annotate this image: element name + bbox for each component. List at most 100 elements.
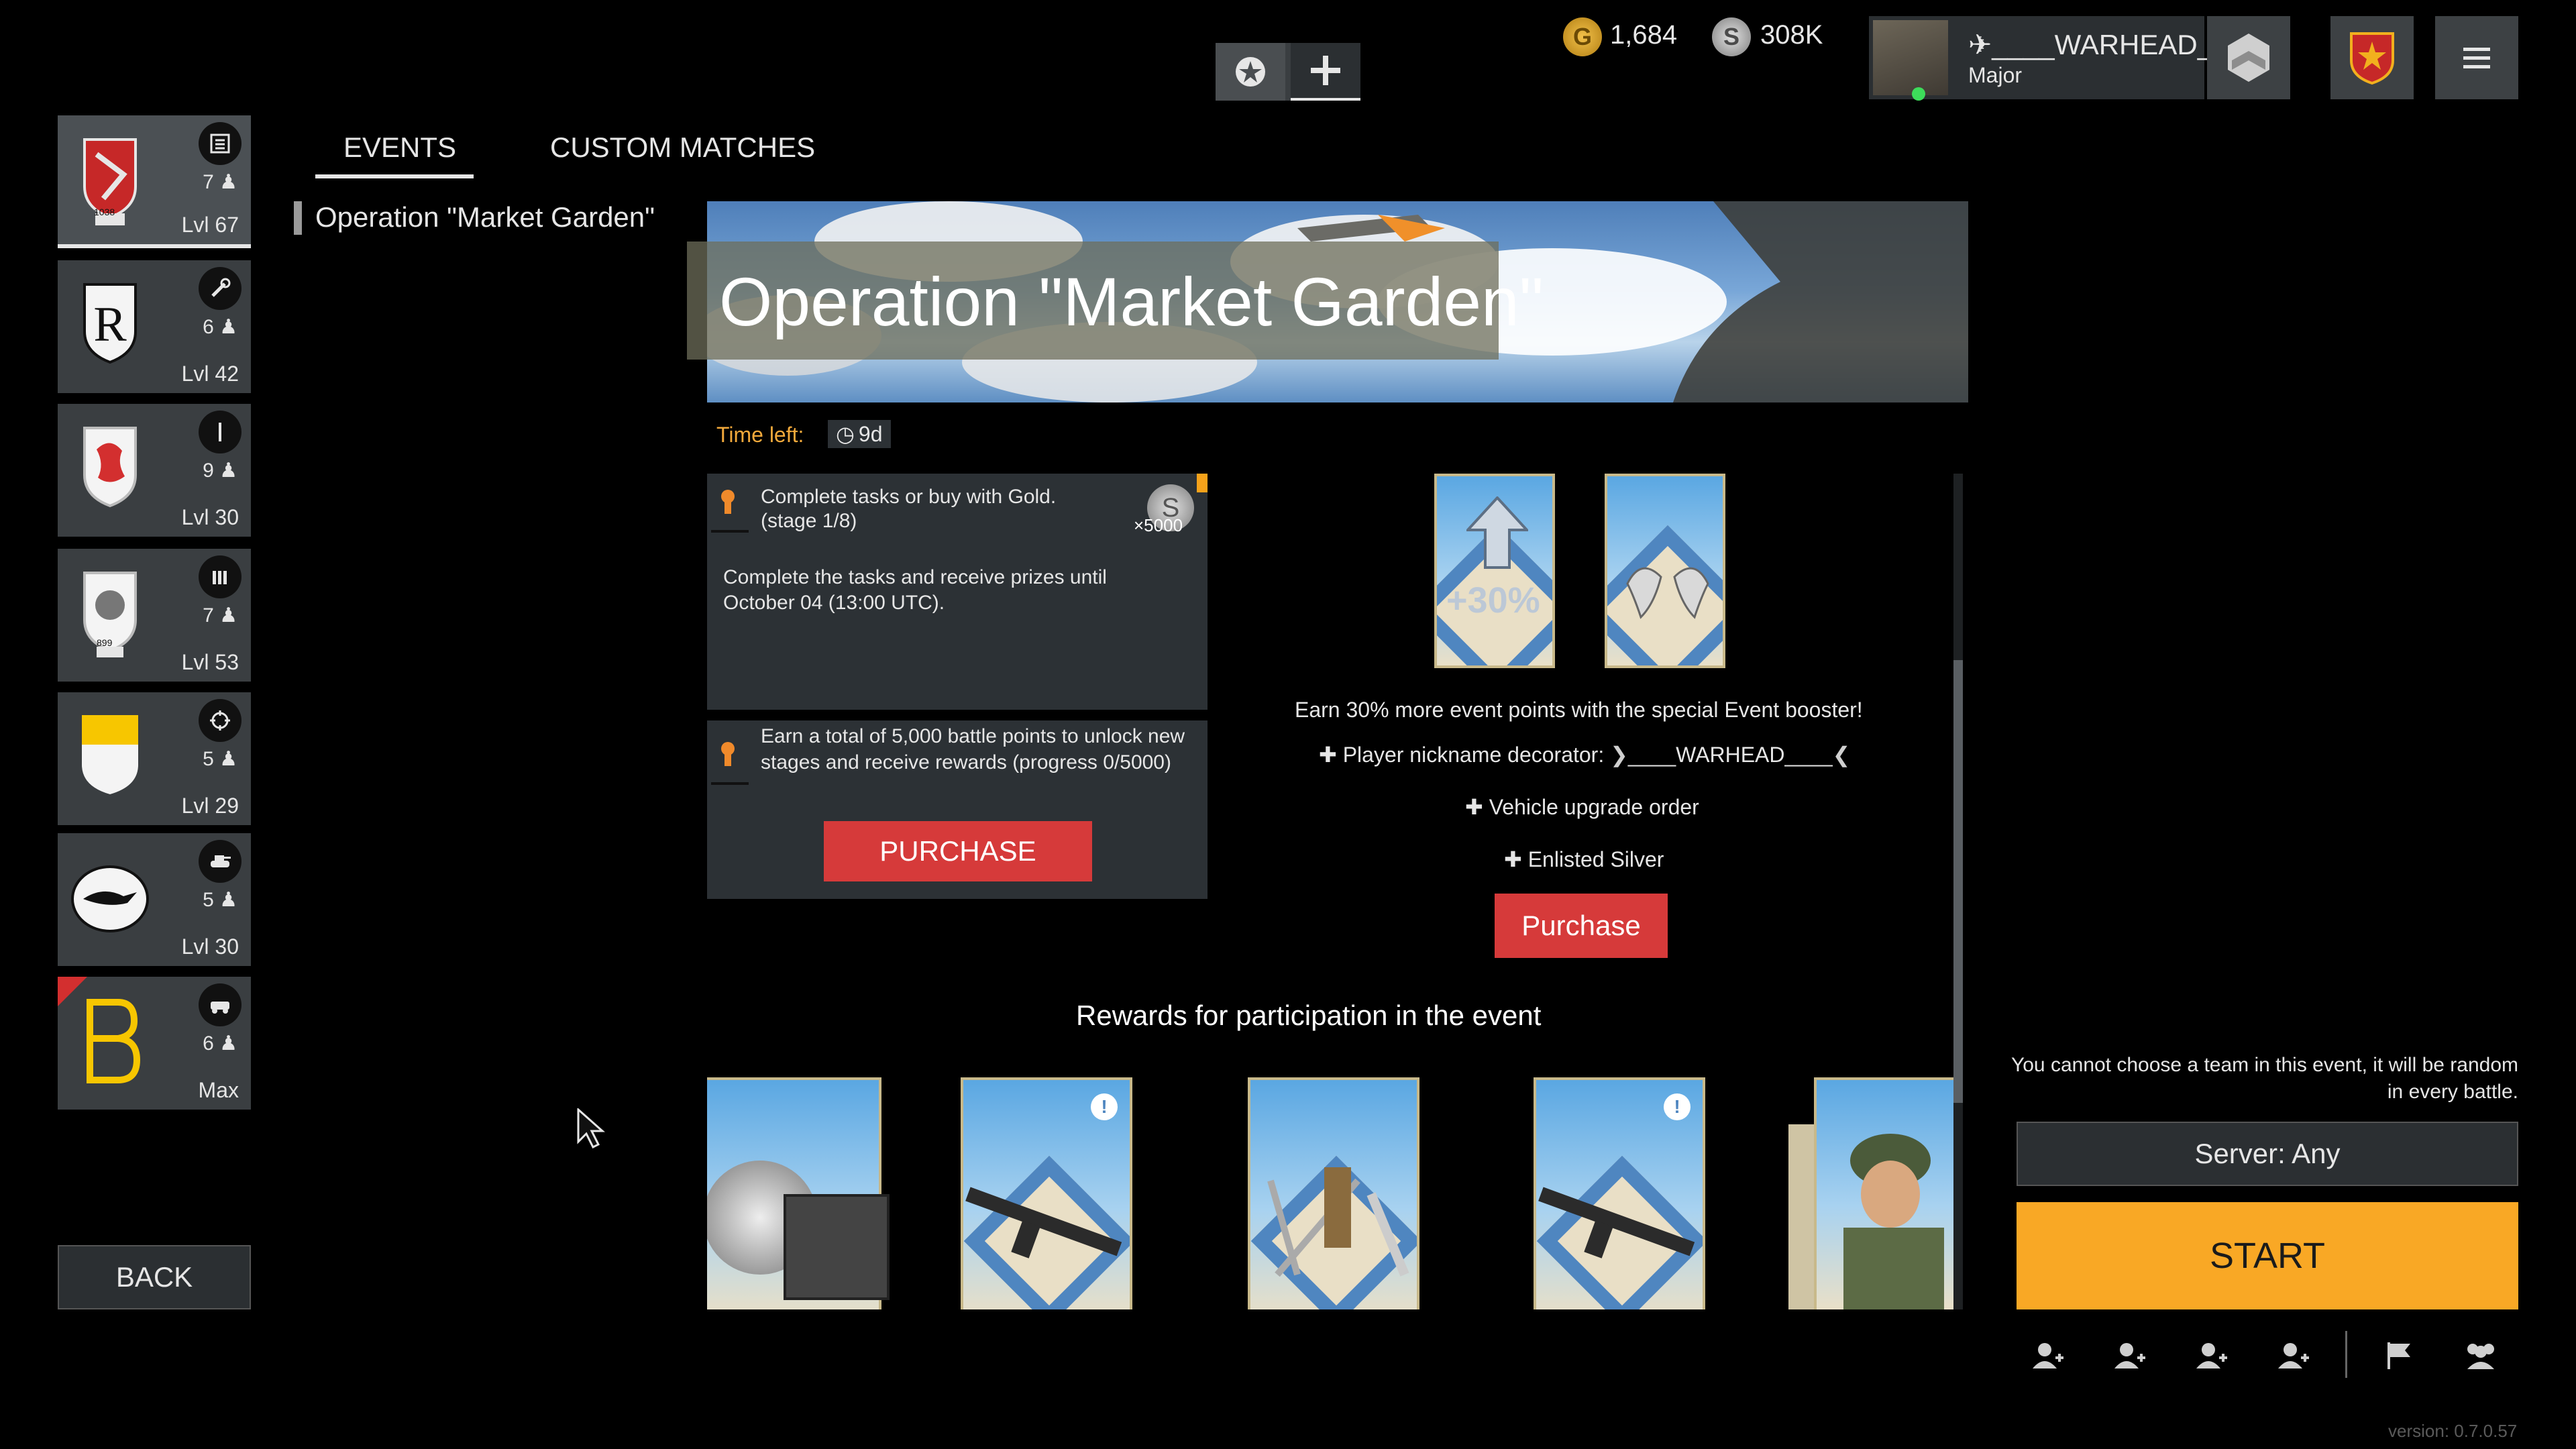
add-friend-icon [2278,1343,2309,1368]
server-select[interactable]: Server: Any [2017,1122,2518,1186]
squad-role-wrench-icon [199,267,241,310]
soldier-portrait-icon [1843,1134,1944,1309]
gold-coin-icon: G [1563,17,1602,56]
squad-card-7[interactable]: 6 ♟ Max [58,977,251,1110]
progress-flag-icon [1197,474,1208,492]
plus-icon: ✚ [1465,795,1489,819]
clock-icon: ◷ [836,422,855,446]
avatar [1873,20,1948,95]
rewards-heading: Rewards for participation in the event [1076,1000,1542,1031]
squad-card-4[interactable]: 899 7 ♟ Lvl 53 [58,549,251,682]
start-button[interactable]: START [2017,1202,2518,1309]
main-menu-button[interactable] [2435,16,2518,99]
group-icon [2467,1344,2494,1369]
tab-events[interactable]: EVENTS [343,131,456,164]
eagle-wings-icon [1626,567,1709,619]
team-selection-note: You cannot choose a team in this event, … [2010,1054,2518,1103]
reward-silver-card[interactable] [707,1077,890,1309]
divider [2345,1331,2347,1378]
rank-insignia-button[interactable] [2207,16,2290,99]
squad-emblem-b-letter-icon [87,999,141,1083]
purchase-booster-button[interactable]: Purchase [1495,894,1668,958]
axis-faction-button[interactable] [1291,43,1360,101]
squad-role-rifle-icon [199,411,241,453]
booster-card[interactable]: +30% [1434,474,1555,668]
squad-card-2[interactable]: R 6 ♟ Lvl 42 [58,260,251,393]
scissors-razor-icon [1267,1167,1409,1277]
silver-amount: 308K [1760,20,1823,50]
squad-member-count: 6 ♟ [203,1032,237,1055]
booster-percent: +30% [1446,580,1540,621]
task-panel-battle-points: Earn a total of 5,000 battle points to u… [707,720,1208,899]
squad-badge-number: 899 [97,637,113,648]
tab-custom-matches[interactable]: CUSTOM MATCHES [550,131,815,164]
squad-level: Lvl 67 [181,213,239,237]
medal-icon [720,741,735,767]
squad-member-count: 9 ♟ [203,460,237,482]
plus-icon: ✚ [1319,743,1343,767]
axis-cross-icon [1311,56,1340,85]
nickname-decorator-card[interactable] [1605,474,1725,668]
star-shield-icon [2350,32,2394,85]
squad-level: Lvl 30 [181,934,239,959]
friends-list-button[interactable] [2462,1336,2500,1374]
event-selected-marker [294,201,302,235]
squad-emblem-r-shield-icon: R [83,283,137,364]
squad-member-count: 5 ♟ [203,889,237,911]
squad-card-5[interactable]: 5 ♟ Lvl 29 [58,692,251,825]
squad-level: Lvl 53 [181,650,239,674]
clan-button[interactable] [2380,1336,2418,1374]
flag-icon [2387,1342,2410,1369]
rewards-strip: ! ! [707,1077,1953,1309]
tab-active-underline [315,174,474,178]
invite-friend-slot-1[interactable] [2029,1336,2066,1374]
wing-right-icon: ❮ [1832,743,1851,767]
allies-star-icon [1236,57,1265,87]
reward-weapon-card-1[interactable]: ! [961,1077,1132,1309]
perk-enlisted-silver: ✚ Enlisted Silver [1504,847,1664,871]
event-list-item[interactable]: Operation "Market Garden" [315,201,655,233]
squad-card-6[interactable]: 5 ♟ Lvl 30 [58,833,251,966]
squad-level: Lvl 42 [181,362,239,386]
online-status-icon [1912,87,1925,101]
squad-role-vehicle-icon [199,983,241,1026]
mouse-cursor-icon [577,1108,605,1149]
plus-icon: ✚ [1504,847,1528,871]
gold-amount: 1,684 [1610,20,1678,50]
invite-friend-slot-3[interactable] [2192,1336,2230,1374]
player-name: ✈____WARHEAD__ [1968,29,2229,60]
time-left-label: Time left: [716,423,804,447]
allies-faction-button[interactable] [1216,43,1285,101]
task1-stage: (stage 1/8) [761,510,857,532]
squad-card-1[interactable]: 1038 7 ♟ Lvl 67 [58,115,251,248]
content-scrollbar-thumb[interactable] [1953,660,1963,1103]
squad-member-count: 7 ♟ [203,604,237,627]
reward-grooming-kit-card[interactable] [1248,1077,1419,1309]
faction-toggle [1216,43,1360,101]
squad-level: Lvl 30 [181,505,239,529]
svg-text:R: R [93,297,127,352]
achievements-button[interactable] [2330,16,2414,99]
reward-soldier-card[interactable] [1814,1077,1953,1309]
booster-description: Earn 30% more event points with the spec… [1295,698,1863,722]
upgrade-arrow-icon [1466,496,1528,569]
wing-left-icon: ❯ [1610,743,1628,767]
back-button[interactable]: BACK [58,1245,251,1309]
add-friend-icon [2033,1343,2063,1368]
perk-nickname-decorator: ✚ Player nickname decorator: ❯____WARHEA… [1319,743,1851,767]
hamburger-menu-icon [2463,48,2490,68]
invite-friend-slot-2[interactable] [2110,1336,2148,1374]
reward-weapon-card-2[interactable]: ! [1534,1077,1705,1309]
task-panel-stage: Complete tasks or buy with Gold. (stage … [707,474,1208,710]
info-icon: ! [1091,1093,1118,1120]
squad-role-radio-icon [199,122,241,165]
invite-friend-slot-4[interactable] [2274,1336,2312,1374]
event-title: Operation "Market Garden" [719,264,1544,340]
purchase-stage-button[interactable]: PURCHASE [824,821,1092,881]
player-profile[interactable]: ✈____WARHEAD__ Major [1869,16,2229,101]
time-left-badge: ◷ 9d [828,420,891,448]
squad-emblem-red-lion-icon [83,427,137,508]
squad-card-3[interactable]: 9 ♟ Lvl 30 [58,404,251,537]
task1-description: Complete the tasks and receive prizes un… [723,566,1107,614]
add-friend-icon [2114,1343,2145,1368]
